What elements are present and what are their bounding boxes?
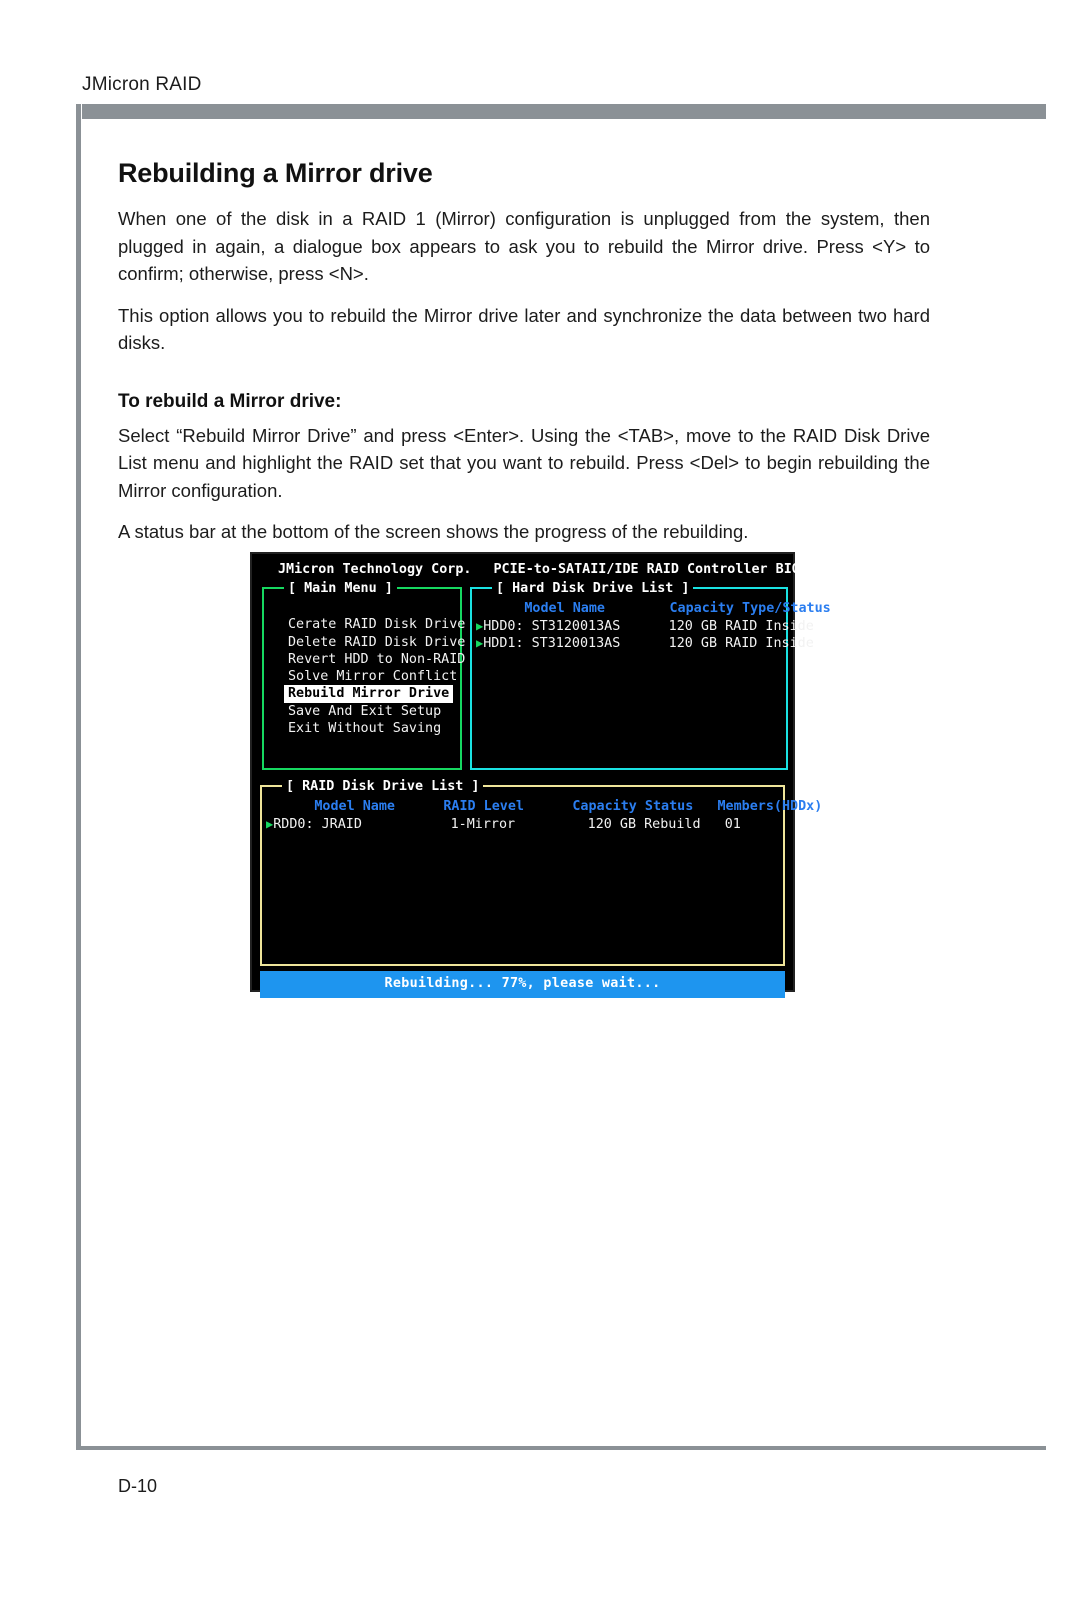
main-menu-legend: [ Main Menu ] — [284, 580, 397, 598]
menu-item-solve-mirror-conflict[interactable]: Solve Mirror Conflict — [268, 668, 457, 685]
paragraph-statusbar-note: A status bar at the bottom of the screen… — [118, 521, 749, 542]
subsection-title: To rebuild a Mirror drive: — [118, 390, 342, 412]
menu-item-create-raid[interactable]: Cerate RAID Disk Drive — [268, 616, 465, 633]
paragraph-steps: Select “Rebuild Mirror Drive” and press … — [118, 424, 930, 501]
bios-top-panels: [ Main Menu ] Cerate RAID Disk Drive Del… — [260, 580, 831, 771]
main-menu-panel: [ Main Menu ] Cerate RAID Disk Drive Del… — [262, 580, 465, 771]
page-number: D-10 — [118, 1476, 158, 1496]
menu-item-exit-without-saving[interactable]: Exit Without Saving — [268, 720, 456, 737]
table-row[interactable]: ▶RDD0: JRAID 1-Mirror 120 GB Rebuild 01 — [266, 816, 779, 833]
bios-controller-title: PCIE-to-SATAII/IDE RAID Controller BIOS — [493, 562, 808, 577]
table-row[interactable]: ▶HDD1: ST3120013AS 120 GB RAID Inside — [476, 635, 814, 652]
left-margin-rule — [76, 104, 81, 1446]
raid-disk-list-column-headers: Model Name RAID Level Capacity Status Me… — [266, 799, 823, 815]
menu-item-revert-hdd[interactable]: Revert HDD to Non-RAID — [268, 651, 465, 668]
menu-item-rebuild-mirror-drive[interactable]: Rebuild Mirror Drive — [284, 685, 454, 703]
hard-disk-drive-list-panel: [ Hard Disk Drive List ] Model Name Capa… — [470, 580, 831, 771]
raid-disk-row-rdd0: RDD0: JRAID 1-Mirror 120 GB Rebuild 01 — [273, 816, 741, 832]
hard-disk-list-column-headers: Model Name Capacity Type/Status — [476, 601, 831, 617]
footer-divider — [76, 1446, 1046, 1450]
header-divider — [82, 104, 1046, 119]
bios-title-bar: JMicron Technology Corp. PCIE-to-SATAII/… — [252, 554, 808, 580]
rebuild-status-bar: Rebuilding... 77%, please wait... — [260, 971, 785, 998]
bios-vendor-title: JMicron Technology Corp. — [278, 562, 472, 577]
menu-item-save-and-exit[interactable]: Save And Exit Setup — [268, 703, 456, 720]
bios-screenshot-figure: JMicron Technology Corp. PCIE-to-SATAII/… — [250, 552, 831, 998]
main-menu-top-spacer — [268, 600, 456, 616]
raid-disk-drive-list-panel: [ RAID Disk Drive List ] Model Name RAID… — [260, 778, 823, 967]
menu-item-delete-raid[interactable]: Delete RAID Disk Drive — [268, 634, 465, 651]
main-menu-items: Cerate RAID Disk Drive Delete RAID Disk … — [262, 580, 465, 741]
running-header: JMicron RAID — [82, 74, 202, 95]
page-content: Rebuilding a Mirror drive When one of th… — [118, 158, 930, 546]
hard-disk-list-legend: [ Hard Disk Drive List ] — [492, 580, 694, 598]
hard-disk-row-hdd0: HDD0: ST3120013AS 120 GB RAID Inside — [483, 618, 814, 634]
paragraph-option: This option allows you to rebuild the Mi… — [118, 304, 930, 354]
hard-disk-row-hdd1: HDD1: ST3120013AS 120 GB RAID Inside — [483, 635, 814, 651]
raid-disk-list-legend: [ RAID Disk Drive List ] — [282, 778, 484, 796]
table-row[interactable]: ▶HDD0: ST3120013AS 120 GB RAID Inside — [476, 618, 814, 635]
paragraph-intro: When one of the disk in a RAID 1 (Mirror… — [118, 208, 930, 284]
page-title: Rebuilding a Mirror drive — [118, 158, 433, 188]
